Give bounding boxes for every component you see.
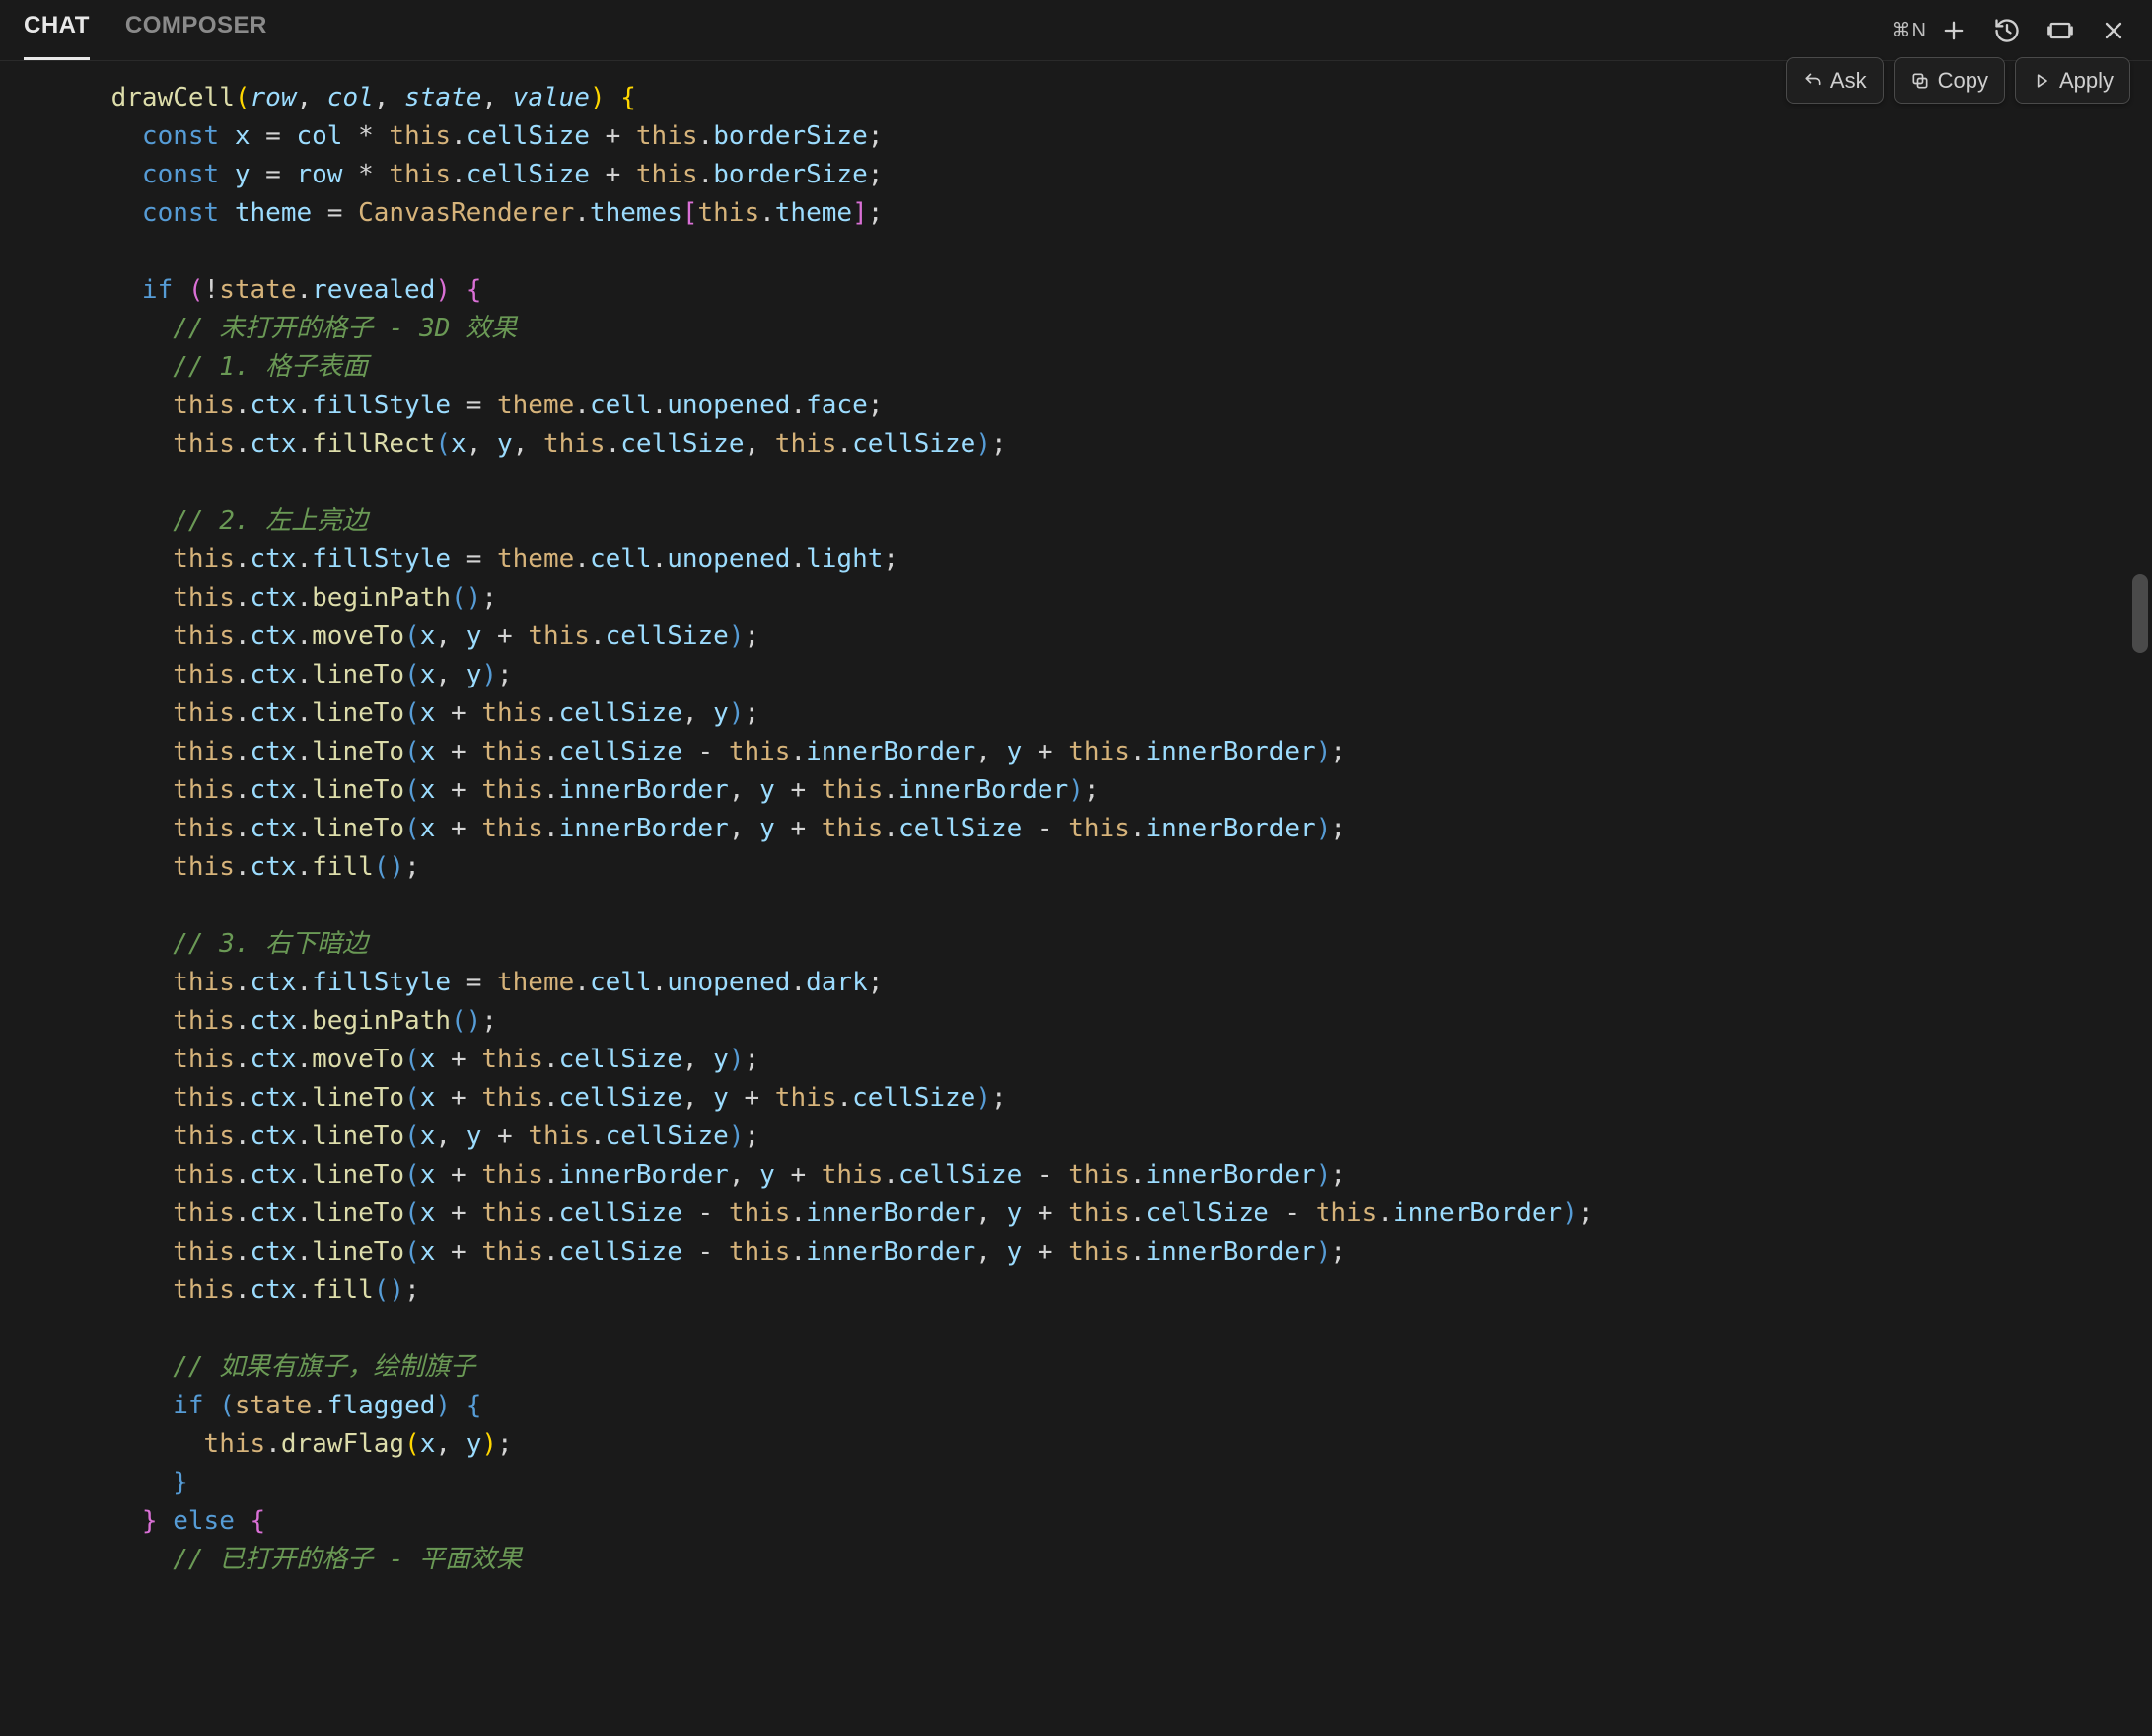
tabs: CHAT COMPOSER <box>24 0 267 60</box>
new-chat-button[interactable] <box>1939 16 1969 45</box>
expand-icon <box>2046 17 2074 44</box>
expand-button[interactable] <box>2045 16 2075 45</box>
history-button[interactable] <box>1992 16 2022 45</box>
plus-icon <box>1940 17 1968 44</box>
vertical-scrollbar[interactable] <box>2132 574 2148 653</box>
tab-chat[interactable]: CHAT <box>24 8 90 60</box>
code-block: drawCell(row, col, state, value) { const… <box>49 79 2152 1579</box>
toolbar: ⌘N <box>1892 16 2128 45</box>
topbar: CHAT COMPOSER ⌘N <box>0 0 2152 61</box>
history-icon <box>1993 17 2021 44</box>
shortcut-hint: ⌘N <box>1892 16 1927 45</box>
close-icon <box>2100 17 2127 44</box>
close-button[interactable] <box>2099 16 2128 45</box>
tab-composer[interactable]: COMPOSER <box>125 8 267 60</box>
code-area[interactable]: drawCell(row, col, state, value) { const… <box>0 61 2152 1736</box>
app-root: CHAT COMPOSER ⌘N Ask Copy <box>0 0 2152 1736</box>
